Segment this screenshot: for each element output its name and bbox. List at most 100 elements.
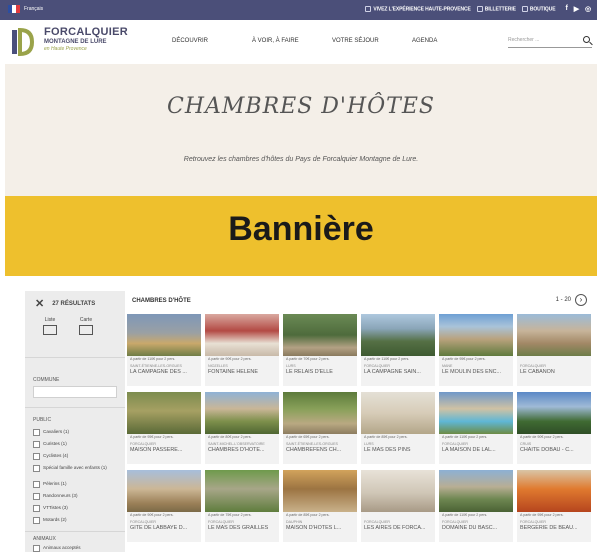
listing-card[interactable]: A partir de 85€ pour 2 pers. DAUPHIN MAI… <box>283 470 357 542</box>
page-subtitle: Retrouvez les chambres d'hôtes du Pays d… <box>183 156 419 163</box>
listing-name: LE MOULIN DES ENC... <box>442 369 502 375</box>
listing-card[interactable]: A partir de 90€ pour 2 pers. FORCALQUIER… <box>127 470 201 542</box>
page-range: 1 - 20 <box>555 297 571 303</box>
checkbox[interactable] <box>33 545 40 552</box>
next-page-icon[interactable]: › <box>575 294 587 306</box>
listing-card[interactable]: A partir de 95€ pour 2 pers. MANE LE MOU… <box>439 314 513 386</box>
checkbox[interactable] <box>33 441 40 448</box>
listing-price: A partir de 90€ pour 2 pers. <box>520 435 564 439</box>
nav-agenda[interactable]: AGENDA <box>412 38 492 44</box>
listing-location: NIOZELLES <box>208 364 228 368</box>
listing-photo <box>283 314 357 356</box>
divider <box>25 407 125 408</box>
listing-price: A partir de 90€ pour 2 pers. <box>208 357 252 361</box>
checkbox[interactable] <box>33 453 40 460</box>
listing-card[interactable]: A partir de 90€ pour 2 pers. NIOZELLES F… <box>205 314 279 386</box>
listing-price: A partir de 90€ pour 2 pers. <box>130 513 174 517</box>
listing-name: BERGERIE DE BEAU... <box>520 525 578 531</box>
checkbox[interactable] <box>33 505 40 512</box>
listing-location: FORCALQUIER <box>520 364 546 368</box>
top-link-experience[interactable]: VIVEZ L'EXPÉRIENCE HAUTE-PROVENCE <box>365 5 471 12</box>
language-label: Français <box>24 6 44 12</box>
listing-card[interactable]: A partir de 110€ pour 2 pers. FORCALQUIE… <box>439 392 513 464</box>
listing-name: CHAMBREFENS CH... <box>286 447 342 453</box>
listing-price: A partir de 95€ pour 2 pers. <box>442 357 486 361</box>
listing-card[interactable]: A partir de 75€ pour 2 pers. FORCALQUIER… <box>205 470 279 542</box>
listing-card[interactable]: A partir de 110€ pour 2 pers. FORCALQUIE… <box>361 314 435 386</box>
filter-option[interactable]: Randonneurs (3) <box>33 493 121 500</box>
filter-option[interactable]: Curistes (1) <box>33 441 121 448</box>
language-selector[interactable]: Français <box>8 5 43 13</box>
filter-sidebar: ✕ 27 RÉSULTATS Liste Carte COMMUNE PUBLI… <box>25 291 125 552</box>
listing-photo <box>127 470 201 512</box>
checkbox[interactable] <box>33 465 40 472</box>
listing-location: LURS <box>364 442 374 446</box>
listing-name: CHAMBRES D'HÔTE... <box>208 447 265 453</box>
checkbox[interactable] <box>33 429 40 436</box>
nav-decouvrir[interactable]: DÉCOUVRIR <box>172 38 252 44</box>
listing-card[interactable]: A partir de 80€ pour 2 pers. SAINT-MICHE… <box>205 392 279 464</box>
listing-name: LE RELAIS D'ELLE <box>286 369 333 375</box>
listing-card[interactable]: A partir de 85€ pour 2 pers. LURS LE MAS… <box>361 392 435 464</box>
filter-option[interactable]: Cyclistes (4) <box>33 453 121 460</box>
listing-card[interactable]: A partir de 95€ pour 2 pers. FORCALQUIER… <box>127 392 201 464</box>
listing-price: A partir de 110€ pour 2 pers. <box>364 357 410 361</box>
filter-option[interactable]: Motards (2) <box>33 517 121 524</box>
listing-card[interactable]: FORCALQUIER LE CABANON <box>517 314 591 386</box>
facebook-icon[interactable]: f <box>565 5 567 13</box>
listing-card[interactable]: A partir de 65€ pour 2 pers. SAINT-ÉTIEN… <box>283 392 357 464</box>
youtube-icon[interactable]: ▶ <box>574 5 579 13</box>
listing-card[interactable]: A partir de 95€ pour 2 pers. FORCALQUIER… <box>517 470 591 542</box>
listing-price: A partir de 65€ pour 2 pers. <box>286 435 330 439</box>
top-link-billetterie[interactable]: BILLETTERIE <box>476 5 516 12</box>
checkbox[interactable] <box>33 517 40 524</box>
listing-card[interactable]: A partir de 110€ pour 2 pers. FORCALQUIE… <box>439 470 513 542</box>
listing-photo <box>361 392 435 434</box>
listing-location: FORCALQUIER <box>442 520 468 524</box>
listing-location: SAINT-ÉTIENNE-LES-ORGUES <box>286 442 338 446</box>
brand[interactable]: FORCALQUIER MONTAGNE DE LURE en Haute Pr… <box>44 26 128 52</box>
view-list-label: Liste <box>44 317 56 323</box>
listing-card[interactable]: A partir de 70€ pour 2 pers. LURS LE REL… <box>283 314 357 386</box>
commune-label: COMMUNE <box>33 377 60 383</box>
listing-price: A partir de 110€ pour 2 pers. <box>442 513 488 517</box>
listing-location: FORCALQUIER <box>364 364 390 368</box>
instagram-icon[interactable]: ◎ <box>585 5 591 13</box>
checkbox[interactable] <box>33 493 40 500</box>
commune-field[interactable] <box>33 386 117 398</box>
view-map-button[interactable]: Carte <box>79 317 93 335</box>
shop-icon <box>521 5 528 12</box>
banner-text: Bannière <box>228 210 374 248</box>
listing-location: LURS <box>286 364 296 368</box>
nav-a-voir[interactable]: À VOIR, À FAIRE <box>252 38 332 44</box>
filter-option[interactable]: Pèlerins (1) <box>33 481 121 488</box>
filter-option[interactable]: Animaux acceptés <box>33 545 121 552</box>
listing-location: SAINT-ÉTIENNE-LES-ORGUES <box>130 364 182 368</box>
filter-option[interactable]: Spécial famille avec enfants (1) <box>33 465 121 472</box>
nav-votre-sejour[interactable]: VOTRE SÉJOUR <box>332 38 412 44</box>
top-link-boutique[interactable]: BOUTIQUE <box>521 5 556 12</box>
forcalquier-logo-icon[interactable] <box>10 28 40 56</box>
listing-photo <box>283 392 357 434</box>
listing-photo <box>517 470 591 512</box>
listing-location: FORCALQUIER <box>130 442 156 446</box>
search-input[interactable]: Rechercher ... <box>508 34 592 48</box>
listing-location: FORCALQUIER <box>364 520 390 524</box>
listing-card[interactable]: A partir de 90€ pour 2 pers. CRUIS CHAÏT… <box>517 392 591 464</box>
listing-card[interactable]: FORCALQUIER LES AIRES DE FORCA... <box>361 470 435 542</box>
top-links: VIVEZ L'EXPÉRIENCE HAUTE-PROVENCE BILLET… <box>365 5 591 13</box>
ticket-icon <box>476 5 483 12</box>
search-icon[interactable] <box>583 36 590 43</box>
listing-name: MAISON D'HÔTES L... <box>286 525 342 531</box>
listing-photo <box>517 392 591 434</box>
listing-location: FORCALQUIER <box>442 442 468 446</box>
listing-card[interactable]: A partir de 110€ pour 2 pers. SAINT-ÉTIE… <box>127 314 201 386</box>
checkbox[interactable] <box>33 481 40 488</box>
close-icon[interactable]: ✕ <box>35 297 44 310</box>
view-list-button[interactable]: Liste <box>43 317 57 335</box>
map-icon <box>79 325 93 335</box>
filter-option[interactable]: Cavaliers (1) <box>33 429 121 436</box>
filter-option[interactable]: VTTistes (3) <box>33 505 121 512</box>
listing-photo <box>283 470 357 512</box>
main-nav: DÉCOUVRIR À VOIR, À FAIRE VOTRE SÉJOUR A… <box>172 38 492 44</box>
